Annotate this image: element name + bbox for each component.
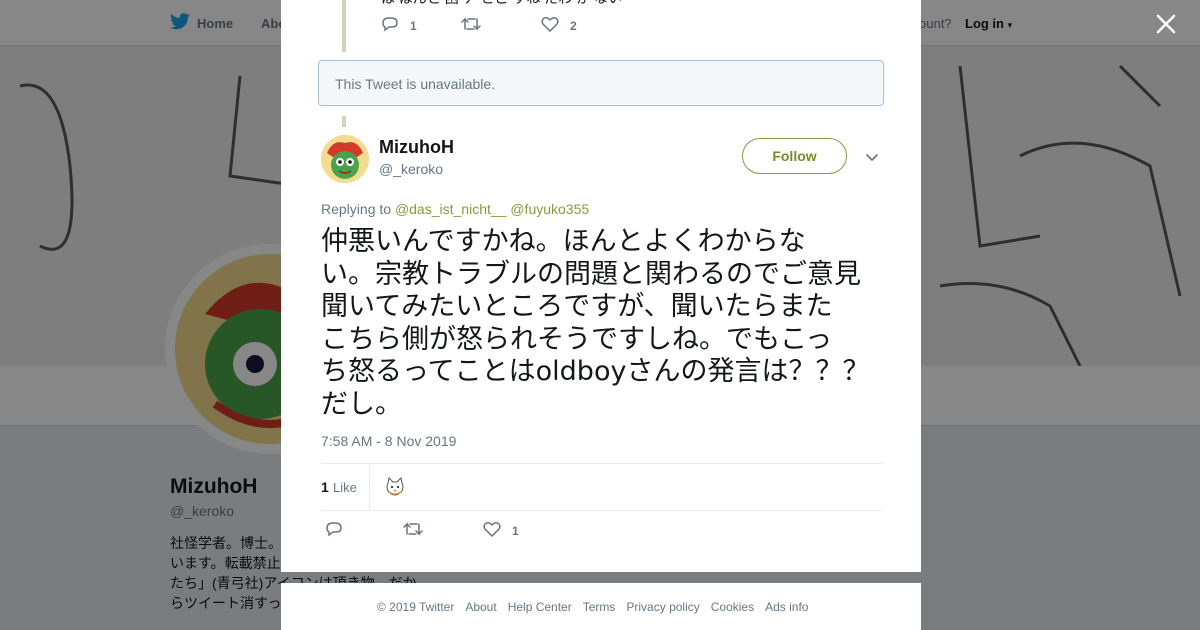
tweet-text-line: だし。 xyxy=(321,388,402,420)
tweet-text: 仲悪いんですかね。ほんとよくわからな い。宗教トラブルの問題と関わるのでご意見 … xyxy=(321,226,887,421)
replying-to: Replying to @das_ist_nicht__ @fuyuko355 xyxy=(321,201,589,217)
reply-to-link[interactable]: @das_ist_nicht__ xyxy=(395,201,507,217)
footer-link-about[interactable]: About xyxy=(465,600,496,614)
retweet-icon xyxy=(403,521,423,540)
reply-icon xyxy=(325,521,343,540)
footer: © 2019 Twitter About Help Center Terms P… xyxy=(281,583,921,630)
cat-avatar[interactable] xyxy=(385,476,405,497)
heart-icon xyxy=(541,16,559,35)
footer-link-terms[interactable]: Terms xyxy=(583,600,616,614)
reply-to-link[interactable]: @fuyuko355 xyxy=(510,201,589,217)
previous-tweet-text: は ほんと 困 ナ とこ すね だわ か ない xyxy=(381,0,622,8)
close-icon[interactable] xyxy=(1153,11,1179,37)
like-total-label[interactable]: Like xyxy=(333,480,357,495)
unavailable-notice: This Tweet is unavailable. xyxy=(318,60,884,106)
reply-count: 1 xyxy=(410,18,417,33)
replying-label: Replying to xyxy=(321,201,392,217)
tweet-timestamp[interactable]: 7:58 AM - 8 Nov 2019 xyxy=(321,433,456,449)
thread-connector xyxy=(342,0,346,52)
tweet-text-line: い。宗教トラブルの問題と関わるのでご意見 xyxy=(321,258,861,290)
reply-button[interactable] xyxy=(325,521,343,540)
thread-connector xyxy=(342,116,346,127)
reply-icon xyxy=(381,16,399,35)
footer-link-cookies[interactable]: Cookies xyxy=(711,600,754,614)
author-name[interactable]: MizuhoH xyxy=(379,137,454,158)
heart-icon xyxy=(483,521,501,540)
tweet-text-line: ち怒るってことはoldboyさんの発言は？？？ xyxy=(321,356,870,387)
follow-button[interactable]: Follow xyxy=(742,138,847,174)
author-handle[interactable]: @_keroko xyxy=(379,161,443,177)
frog-avatar[interactable] xyxy=(321,135,369,183)
like-button[interactable]: 1 xyxy=(483,521,519,540)
like-count: 2 xyxy=(570,18,577,33)
previous-tweet-actions: 1 2 xyxy=(381,16,621,36)
tweet-stats: 1 Like xyxy=(321,463,882,511)
like-total[interactable]: 1 xyxy=(321,479,329,495)
tweet-modal: は ほんと 困 ナ とこ すね だわ か ない 1 2 This Tweet i… xyxy=(281,0,921,572)
tweet-text-line: こちら側が怒られそうですしね。でもこっ xyxy=(321,323,833,355)
unavailable-text: This Tweet is unavailable. xyxy=(335,76,496,92)
footer-links: © 2019 Twitter About Help Center Terms P… xyxy=(377,600,808,614)
footer-link-help-center[interactable]: Help Center xyxy=(508,600,572,614)
like-button[interactable]: 2 xyxy=(541,16,577,35)
reply-button[interactable]: 1 xyxy=(381,16,417,35)
retweet-icon xyxy=(461,16,481,35)
stats-divider xyxy=(369,464,370,510)
retweet-button[interactable] xyxy=(403,521,423,540)
footer-link-ads-info[interactable]: Ads info xyxy=(765,600,808,614)
footer-link-privacy[interactable]: Privacy policy xyxy=(626,600,699,614)
tweet-text-line: 仲悪いんですかね。ほんとよくわからな xyxy=(321,226,806,257)
tweet-text-line: 聞いてみたいところですが、聞いたらまた xyxy=(321,291,833,322)
retweet-button[interactable] xyxy=(461,16,481,35)
like-count: 1 xyxy=(512,523,519,538)
footer-copyright: © 2019 Twitter xyxy=(377,600,455,614)
chevron-down-icon[interactable] xyxy=(865,150,879,168)
tweet-actions: 1 xyxy=(325,521,625,543)
